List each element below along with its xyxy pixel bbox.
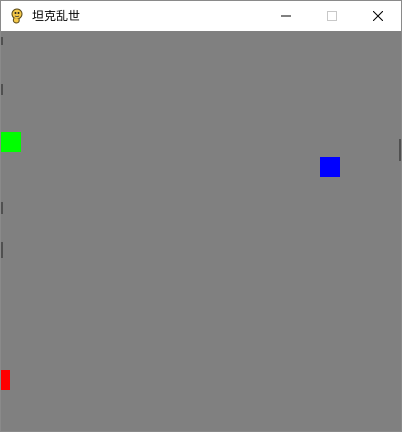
close-icon <box>373 11 383 21</box>
maximize-button[interactable] <box>309 1 355 31</box>
wall-segment <box>1 242 3 258</box>
maximize-icon <box>327 11 337 21</box>
window-title: 坦克乱世 <box>32 9 81 23</box>
title-bar[interactable]: 坦克乱世 <box>1 1 401 31</box>
wall-segment <box>1 202 3 214</box>
wall-segment <box>1 84 3 95</box>
green-tank <box>1 132 21 152</box>
wall-segment <box>1 37 3 45</box>
game-canvas[interactable] <box>1 31 401 431</box>
pygame-snake-icon <box>9 8 25 24</box>
red-tank <box>1 370 10 390</box>
game-window: 坦克乱世 <box>0 0 402 432</box>
window-controls <box>263 1 401 31</box>
close-button[interactable] <box>355 1 401 31</box>
wall-segment <box>399 139 401 161</box>
minimize-icon <box>281 15 291 17</box>
minimize-button[interactable] <box>263 1 309 31</box>
blue-tank <box>320 157 340 177</box>
